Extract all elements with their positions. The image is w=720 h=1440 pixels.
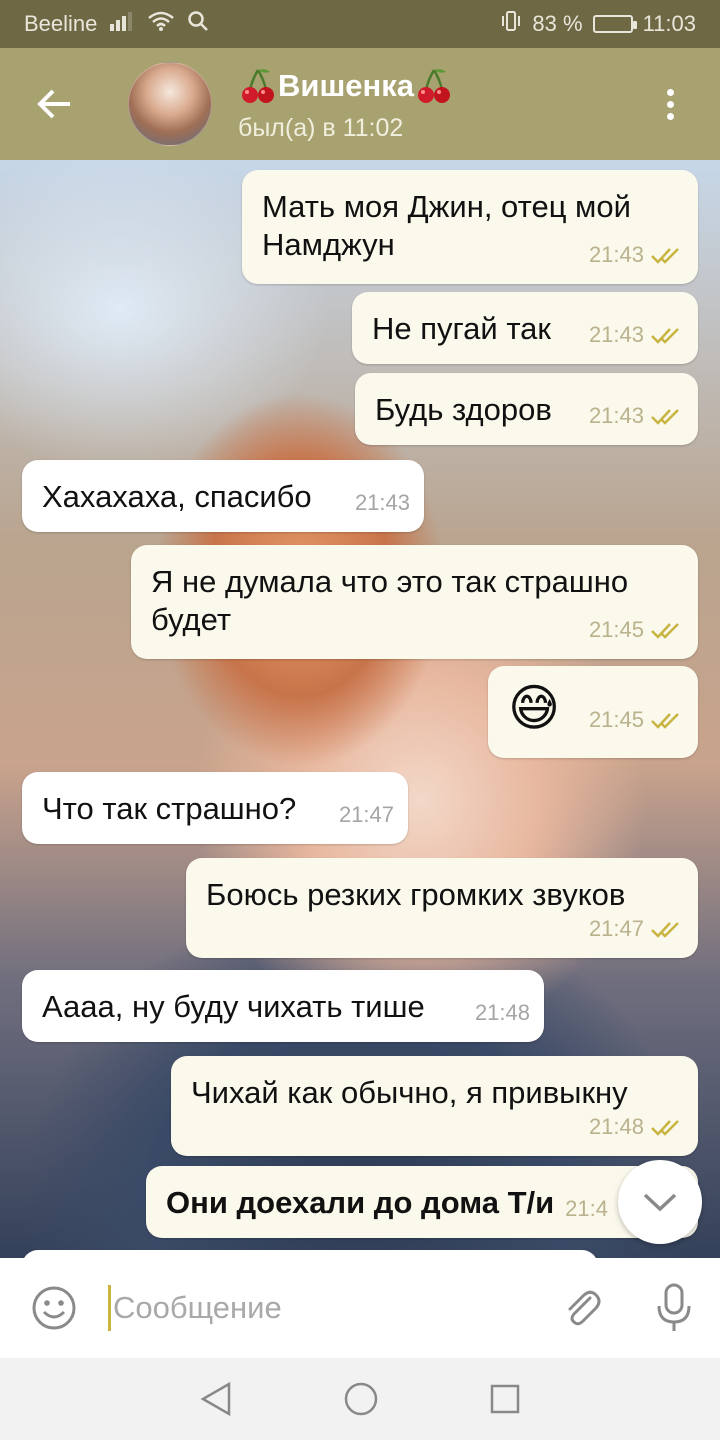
wifi-icon: [147, 10, 175, 38]
double-check-icon: [651, 922, 679, 938]
message-time: 21:45: [588, 707, 644, 732]
paperclip-icon[interactable]: [536, 1258, 628, 1358]
message-bubble[interactable]: 😅 21:45: [488, 666, 698, 758]
message-time: 21:48: [588, 1114, 644, 1139]
last-seen-status: был(а) в 11:02: [238, 113, 404, 142]
message-time: 21:43: [588, 242, 644, 267]
arrow-left-icon: [37, 89, 70, 119]
message-input[interactable]: Сообщение: [113, 1290, 536, 1326]
back-button[interactable]: [0, 48, 110, 160]
chat-title-block[interactable]: Вишенка был(а) в 11:02: [238, 66, 454, 143]
microphone-icon[interactable]: [628, 1258, 720, 1358]
carrier-label: Beeline: [24, 11, 98, 36]
message-emoji: 😅: [508, 680, 561, 736]
message-bubble[interactable]: Боюсь резких громких звуков 21:47: [186, 858, 698, 958]
message-bubble[interactable]: Они доехали до дома Т/и 21:4: [146, 1166, 698, 1238]
message-text: Аааа, ну буду чихать тише: [42, 989, 425, 1024]
message-text: Что так страшно?: [42, 791, 297, 826]
signal-icon: [109, 10, 135, 38]
message-bubble[interactable]: Аааа, ну буду чихать тише 21:48: [22, 970, 544, 1042]
message-time: 21:43: [354, 490, 410, 515]
back-triangle-icon[interactable]: [199, 1381, 233, 1417]
vibrate-icon: [500, 10, 522, 38]
message-time: 21:45: [588, 617, 644, 642]
chat-header: Вишенка был(а) в 11:02: [0, 48, 720, 160]
cherry-icon: [242, 68, 274, 103]
home-circle-icon[interactable]: [343, 1381, 379, 1417]
recents-square-icon[interactable]: [489, 1383, 521, 1415]
message-text: Будь здоров: [375, 392, 552, 427]
scroll-down-button[interactable]: [618, 1160, 702, 1244]
message-bubble[interactable]: Не пугай так 21:43: [352, 292, 698, 364]
chevron-down-icon: [643, 1193, 677, 1212]
message-bubble[interactable]: Я не думала что это так страшно будет 21…: [131, 545, 698, 659]
search-icon: [187, 10, 209, 38]
status-bar: Beeline 83 % 11:03: [0, 0, 720, 48]
smile-icon[interactable]: [0, 1258, 108, 1358]
message-bubble[interactable]: Что так страшно? 21:47: [22, 772, 408, 844]
message-bubble-partial[interactable]: [22, 1250, 598, 1258]
double-check-icon: [651, 623, 679, 639]
message-composer: Сообщение: [0, 1258, 720, 1358]
chat-title: Вишенка: [238, 66, 454, 106]
double-check-icon: [651, 713, 679, 729]
chat-title-text: Вишенка: [278, 67, 415, 103]
message-bubble[interactable]: Чихай как обычно, я привыкну 21:48: [171, 1056, 698, 1156]
message-time: 21:48: [474, 1000, 530, 1025]
text-cursor: [108, 1285, 111, 1331]
message-time: 21:47: [338, 802, 394, 827]
more-vertical-icon[interactable]: [620, 48, 720, 160]
cherry-icon: [418, 68, 451, 103]
message-bubble[interactable]: Будь здоров 21:43: [355, 373, 698, 445]
message-text: Чихай как обычно, я привыкну: [191, 1075, 628, 1110]
message-text: Не пугай так: [372, 311, 551, 346]
message-time: 21:43: [588, 322, 644, 347]
message-time: 21:4: [565, 1196, 608, 1221]
message-bubble[interactable]: Хахахаха, спасибо 21:43: [22, 460, 424, 532]
double-check-icon: [651, 248, 679, 264]
message-text: Хахахаха, спасибо: [42, 479, 312, 514]
message-text: Мать моя Джин, отец мой Намджун: [262, 189, 631, 262]
message-time: 21:43: [588, 403, 644, 428]
battery-percent: 83 %: [532, 11, 583, 36]
message-text: Они доехали до дома Т/и: [166, 1185, 555, 1220]
avatar[interactable]: [128, 62, 212, 146]
battery-icon: [592, 15, 637, 33]
message-text: Боюсь резких громких звуков: [206, 877, 626, 912]
message-time: 21:47: [588, 916, 644, 941]
double-check-icon: [651, 409, 679, 425]
clock: 11:03: [642, 11, 696, 36]
double-check-icon: [651, 328, 679, 344]
system-nav-bar: [0, 1358, 720, 1440]
double-check-icon: [651, 1120, 679, 1136]
message-text: Я не думала что это так страшно будет: [151, 564, 629, 637]
message-bubble[interactable]: Мать моя Джин, отец мой Намджун 21:43: [242, 170, 698, 284]
chat-area[interactable]: Мать моя Джин, отец мой Намджун 21:43 Не…: [0, 160, 720, 1258]
